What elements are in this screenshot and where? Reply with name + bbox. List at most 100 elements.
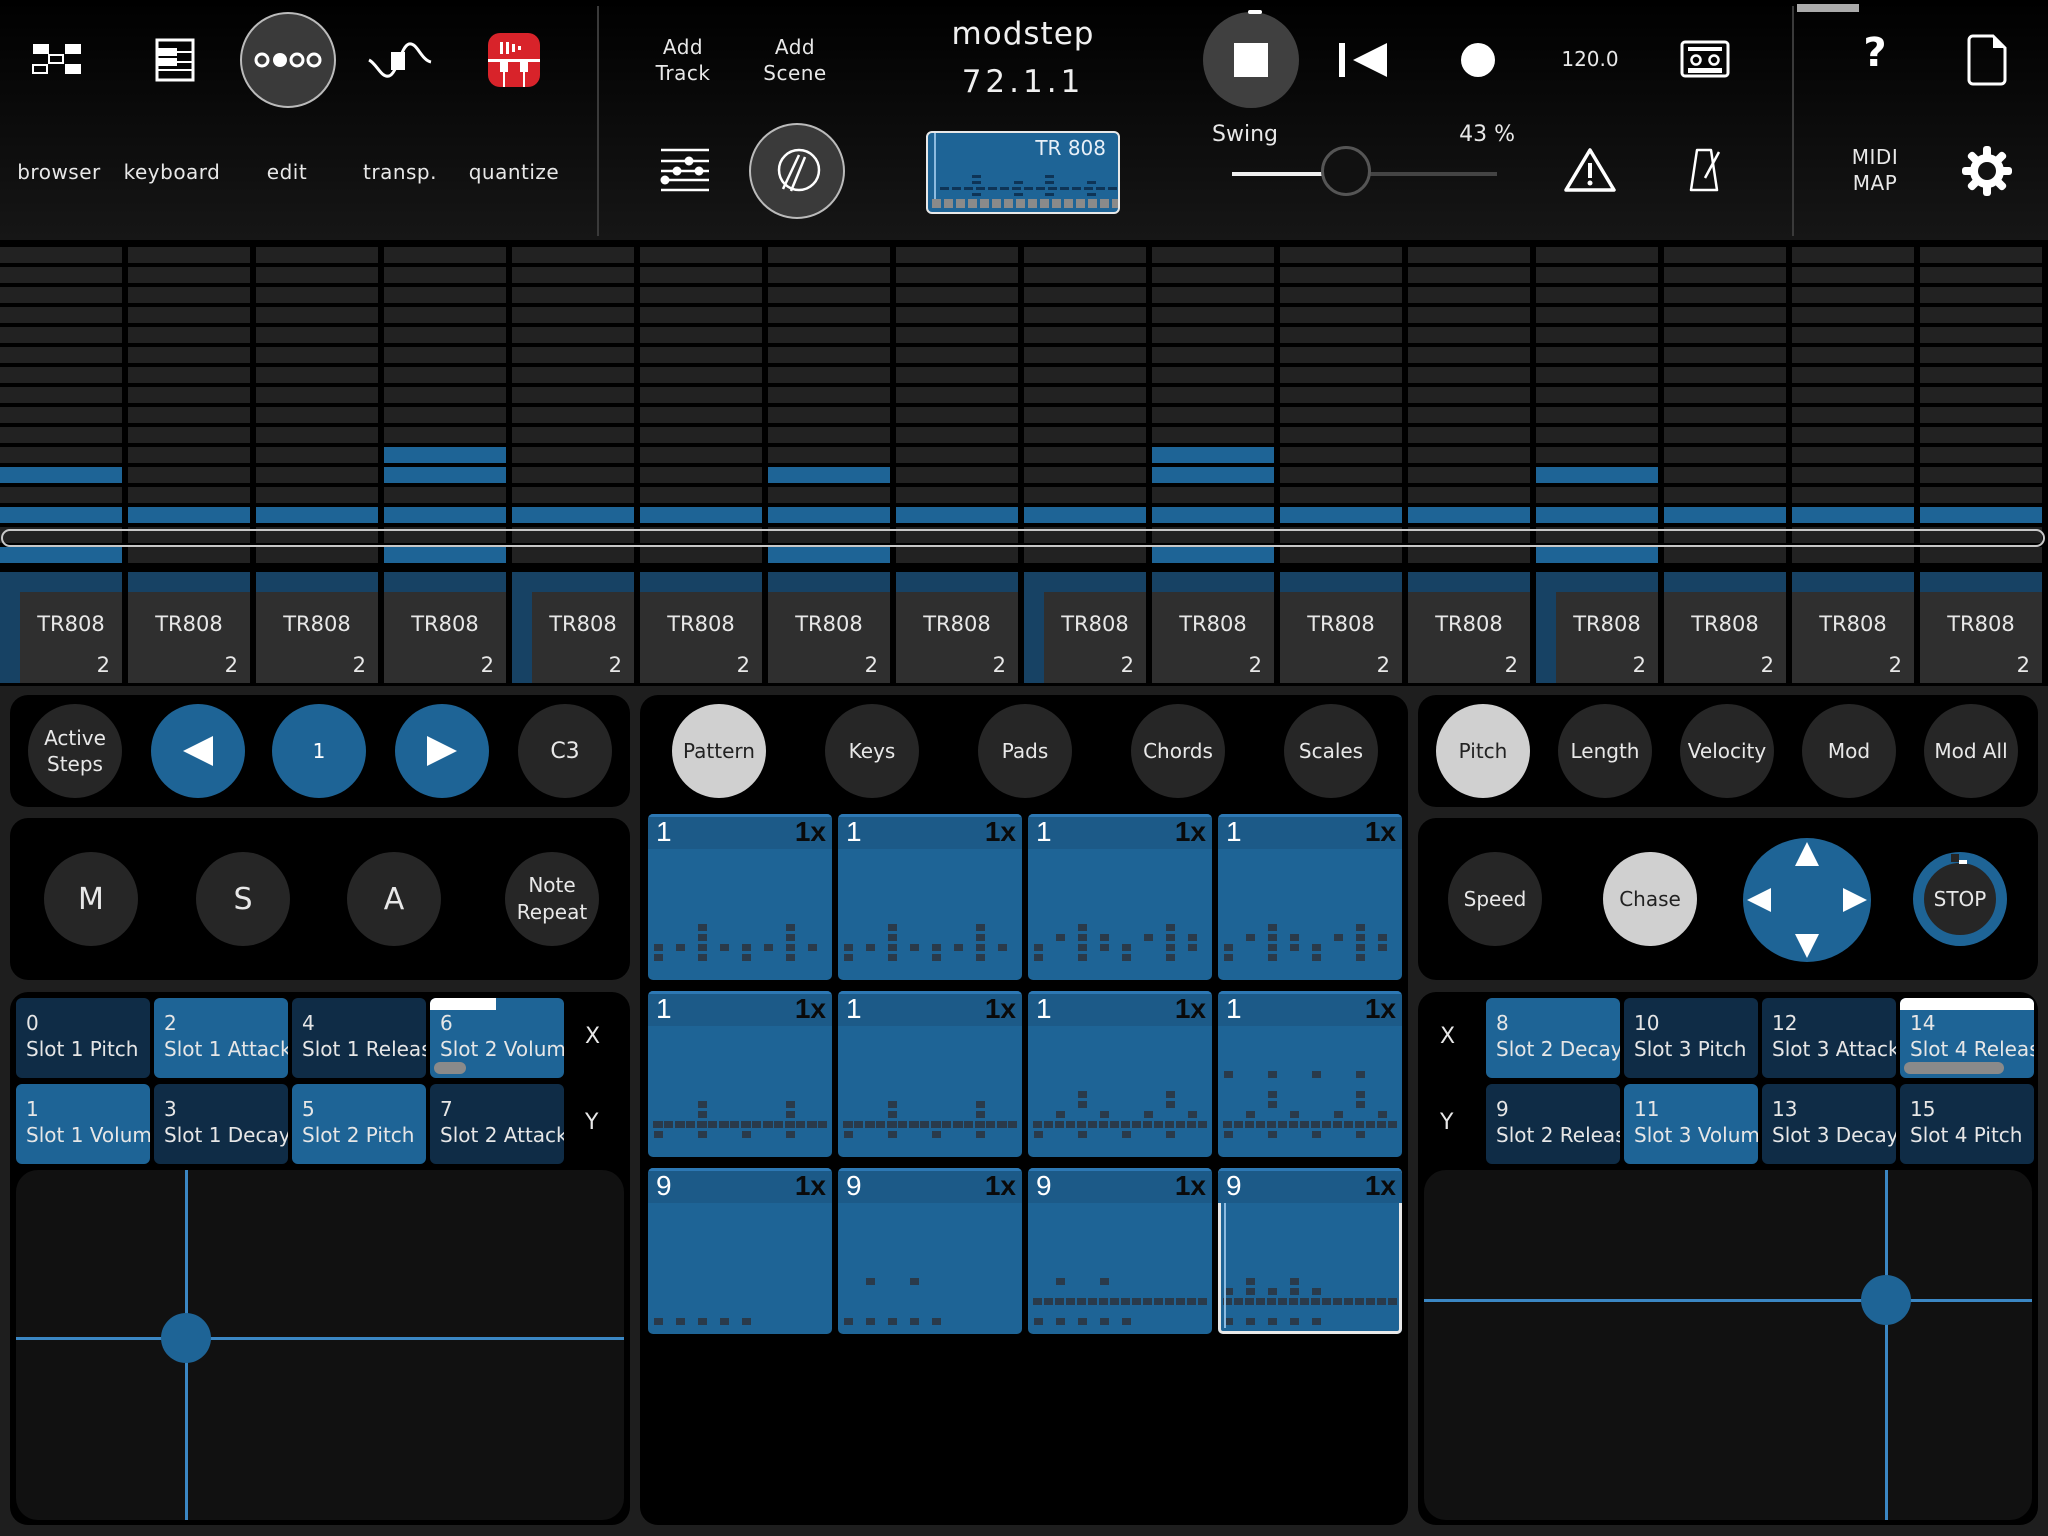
grid-step[interactable]: [384, 247, 506, 263]
grid-step[interactable]: [128, 387, 250, 403]
grid-step[interactable]: [1408, 367, 1530, 383]
pattern-tile[interactable]: 1 1x: [648, 814, 832, 980]
step-page-value[interactable]: 1: [272, 704, 366, 798]
mixer-button[interactable]: [655, 145, 715, 195]
grid-step[interactable]: [640, 487, 762, 503]
grid-step[interactable]: [1408, 447, 1530, 463]
grid-step[interactable]: [128, 367, 250, 383]
track-tab[interactable]: TR808 2: [896, 592, 1018, 683]
grid-step[interactable]: [1152, 427, 1274, 443]
mode-tab-keys[interactable]: Keys: [825, 704, 919, 798]
grid-step[interactable]: [512, 287, 634, 303]
grid-step[interactable]: [1024, 487, 1146, 503]
grid-step[interactable]: [1280, 287, 1402, 303]
grid-step[interactable]: [896, 367, 1018, 383]
grid-step[interactable]: [1280, 367, 1402, 383]
grid-step[interactable]: [768, 487, 890, 503]
mod-slot[interactable]: 15 Slot 4 Pitch: [1900, 1084, 2034, 1164]
track-tab[interactable]: TR808 2: [640, 592, 762, 683]
grid-step[interactable]: [1920, 467, 2042, 483]
grid-step[interactable]: [640, 407, 762, 423]
grid-step[interactable]: [1536, 407, 1658, 423]
left-xy-pad[interactable]: [16, 1170, 624, 1520]
track-tab[interactable]: TR808 2: [128, 592, 250, 683]
grid-step[interactable]: [768, 447, 890, 463]
grid-step[interactable]: [1920, 407, 2042, 423]
pattern-tile[interactable]: 1 1x: [1028, 991, 1212, 1157]
grid-step[interactable]: [256, 467, 378, 483]
grid-step[interactable]: [640, 427, 762, 443]
grid-step[interactable]: [1792, 427, 1914, 443]
grid-step[interactable]: [384, 307, 506, 323]
grid-step-active[interactable]: [384, 507, 506, 523]
grid-step[interactable]: [1536, 347, 1658, 363]
mod-slot[interactable]: 4 Slot 1 Releas: [292, 998, 426, 1078]
grid-step[interactable]: [1920, 327, 2042, 343]
mode-tab-chords[interactable]: Chords: [1131, 704, 1225, 798]
grid-step-active[interactable]: [1280, 507, 1402, 523]
grid-step[interactable]: [256, 547, 378, 563]
swing-slider[interactable]: [1232, 146, 1497, 196]
grid-step[interactable]: [256, 247, 378, 263]
grid-step[interactable]: [1664, 407, 1786, 423]
grid-step[interactable]: [1792, 367, 1914, 383]
grid-step[interactable]: [1792, 267, 1914, 283]
grid-step[interactable]: [1024, 547, 1146, 563]
grid-step[interactable]: [384, 367, 506, 383]
mod-slot[interactable]: 10 Slot 3 Pitch: [1624, 998, 1758, 1078]
grid-step[interactable]: [256, 267, 378, 283]
track-tab[interactable]: TR808 2: [384, 592, 506, 683]
grid-step[interactable]: [384, 327, 506, 343]
grid-step[interactable]: [1280, 467, 1402, 483]
grid-step-active[interactable]: [0, 507, 122, 523]
quantize-button[interactable]: [484, 30, 544, 90]
grid-step[interactable]: [1024, 347, 1146, 363]
grid-step[interactable]: [1024, 267, 1146, 283]
grid-step[interactable]: [1408, 427, 1530, 443]
grid-step[interactable]: [1536, 367, 1658, 383]
grid-step[interactable]: [1920, 247, 2042, 263]
alert-button[interactable]: [1560, 145, 1620, 195]
grid-step[interactable]: [1792, 447, 1914, 463]
grid-step[interactable]: [128, 447, 250, 463]
grid-step[interactable]: [128, 467, 250, 483]
grid-step[interactable]: [512, 327, 634, 343]
track-tab[interactable]: TR808 2: [1152, 592, 1274, 683]
grid-step[interactable]: [1920, 307, 2042, 323]
grid-step[interactable]: [1408, 407, 1530, 423]
pattern-tile[interactable]: 9 1x: [648, 1168, 832, 1334]
grid-step[interactable]: [128, 427, 250, 443]
grid-step[interactable]: [768, 367, 890, 383]
grid-step[interactable]: [128, 307, 250, 323]
grid-step-active[interactable]: [0, 547, 122, 563]
mod-slot[interactable]: 7 Slot 2 Attack: [430, 1084, 564, 1164]
grid-step-active[interactable]: [768, 507, 890, 523]
grid-step[interactable]: [1664, 547, 1786, 563]
param-tab-length[interactable]: Length: [1558, 704, 1652, 798]
grid-step[interactable]: [128, 327, 250, 343]
grid-step[interactable]: [768, 387, 890, 403]
grid-step[interactable]: [896, 247, 1018, 263]
grid-step-active[interactable]: [1920, 507, 2042, 523]
grid-step[interactable]: [0, 287, 122, 303]
stop-playhead-button[interactable]: STOP: [1913, 852, 2007, 946]
grid-step[interactable]: [1024, 447, 1146, 463]
grid-step-active[interactable]: [1536, 467, 1658, 483]
mod-slot[interactable]: 9 Slot 2 Releas: [1486, 1084, 1620, 1164]
grid-step[interactable]: [1408, 287, 1530, 303]
grid-step[interactable]: [512, 447, 634, 463]
grid-step[interactable]: [1408, 387, 1530, 403]
grid-step[interactable]: [512, 347, 634, 363]
grid-step[interactable]: [1536, 307, 1658, 323]
instrument-button[interactable]: [749, 123, 845, 219]
grid-step[interactable]: [256, 327, 378, 343]
grid-step[interactable]: [1024, 327, 1146, 343]
grid-step[interactable]: [640, 287, 762, 303]
grid-step-active[interactable]: [1152, 507, 1274, 523]
grid-step[interactable]: [1408, 487, 1530, 503]
pattern-tile[interactable]: 1 1x: [1218, 991, 1402, 1157]
param-tab-pitch[interactable]: Pitch: [1436, 704, 1530, 798]
grid-step[interactable]: [1280, 407, 1402, 423]
grid-step[interactable]: [640, 547, 762, 563]
grid-step-active[interactable]: [768, 547, 890, 563]
